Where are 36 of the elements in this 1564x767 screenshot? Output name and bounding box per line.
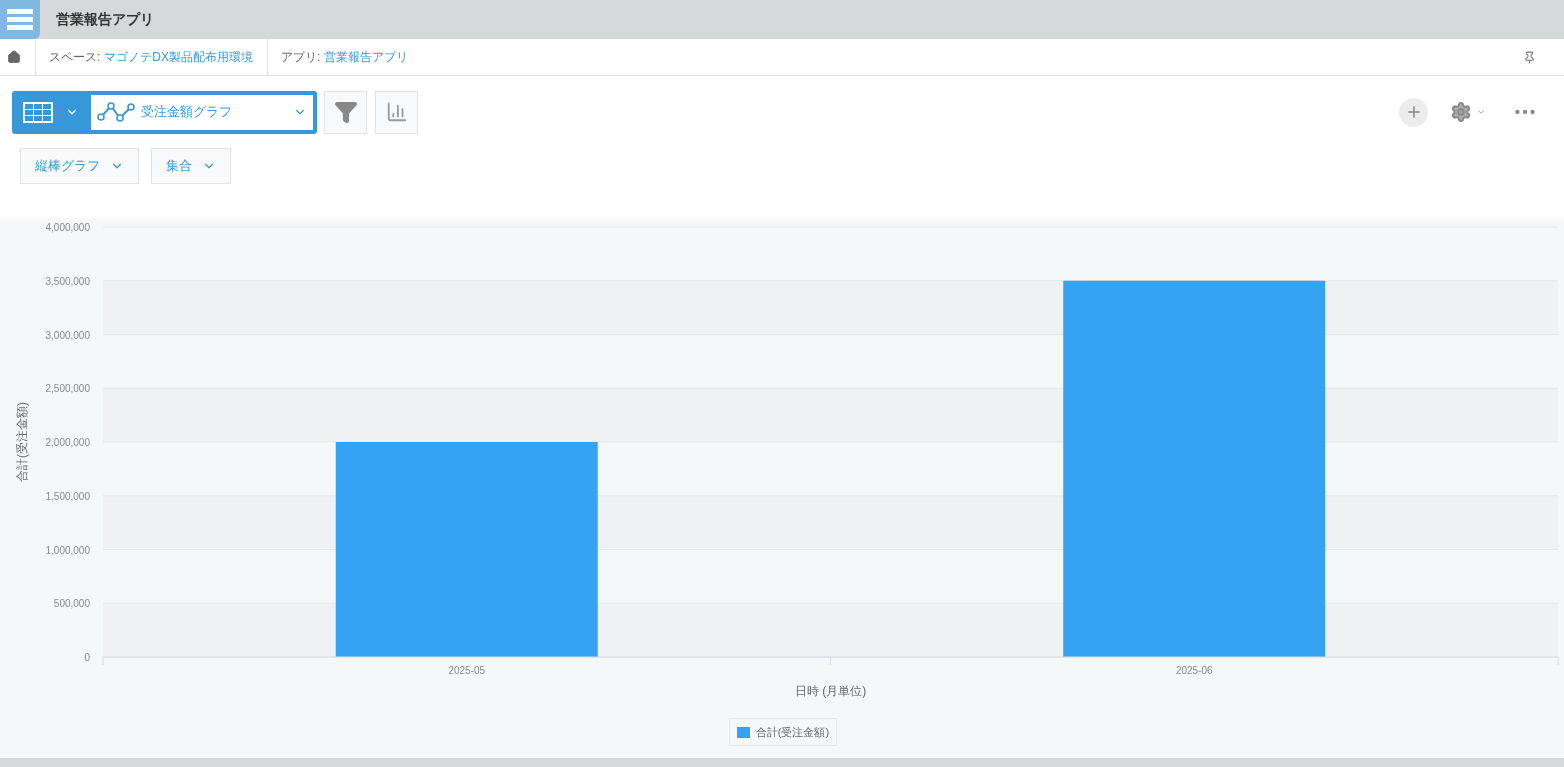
option-dropdown[interactable]: 縦棒グラフ	[20, 148, 139, 184]
home-icon[interactable]	[7, 50, 21, 64]
view-name: 受注金額グラフ	[141, 103, 233, 122]
y-axis-title: 合計(受注金額)	[15, 402, 29, 482]
breadcrumb-link[interactable]: マゴノテDX製品配布用環境	[104, 48, 253, 66]
filter-button[interactable]	[324, 90, 367, 134]
breadcrumb-link[interactable]: 営業報告アプリ	[324, 48, 409, 66]
x-axis-title: 日時 (月単位)	[794, 684, 867, 698]
breadcrumb-label: アプリ:	[281, 49, 321, 66]
chart-button[interactable]	[375, 90, 418, 134]
caret-icon	[1476, 107, 1486, 117]
y-tick-label: 3,000,000	[45, 329, 90, 341]
add-button[interactable]	[1399, 97, 1428, 127]
y-tick-label: 0	[84, 652, 90, 663]
line-chart-icon	[97, 101, 135, 123]
y-tick-label: 3,500,000	[45, 275, 90, 287]
option-dropdown[interactable]: 集合	[151, 148, 231, 184]
settings-icon	[1450, 101, 1472, 123]
y-tick-label: 500,000	[53, 598, 90, 610]
breadcrumb-label: スペース:	[49, 49, 101, 66]
bar-chart-icon	[385, 101, 408, 123]
y-tick-label: 1,000,000	[45, 544, 90, 556]
y-tick-label: 2,000,000	[45, 437, 90, 448]
filter-icon	[333, 100, 358, 124]
table-icon	[23, 101, 53, 123]
y-tick-label: 2,500,000	[45, 383, 90, 395]
app-title: 営業報告アプリ	[56, 10, 154, 29]
pin-icon[interactable]	[1523, 50, 1536, 64]
y-tick-label: 4,000,000	[45, 222, 90, 233]
app-icon[interactable]	[0, 0, 40, 39]
view-selector[interactable]: 受注金額グラフ	[12, 90, 317, 134]
x-tick-label: 2025-05	[448, 665, 486, 676]
settings-button[interactable]	[1450, 101, 1486, 123]
legend-label: 合計(受注金額)	[755, 724, 830, 740]
y-tick-label: 1,500,000	[45, 490, 90, 502]
x-tick-label: 2025-06	[1175, 665, 1213, 676]
